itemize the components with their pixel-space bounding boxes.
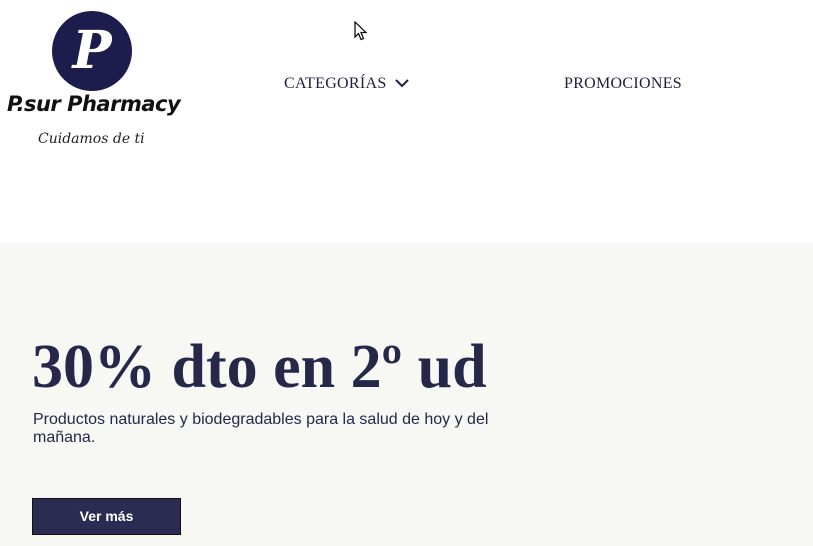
logo-circle-icon: P (52, 11, 132, 91)
hero-banner: 30% dto en 2º ud Productos naturales y b… (0, 243, 813, 546)
page: P P.sur Pharmacy Cuidamos de ti CATEGORÍ… (0, 0, 813, 546)
logo-letter: P (72, 20, 112, 81)
brand-tagline: Cuidamos de ti (38, 131, 145, 147)
nav-item-categorias[interactable]: CATEGORÍAS (284, 75, 409, 93)
hero-subtitle: Productos naturales y biodegradables par… (33, 411, 489, 446)
site-header: P P.sur Pharmacy Cuidamos de ti CATEGORÍ… (0, 0, 813, 243)
ver-mas-button[interactable]: Ver más (32, 498, 181, 535)
nav-item-promociones[interactable]: PROMOCIONES (564, 75, 682, 93)
logo[interactable]: P P.sur Pharmacy Cuidamos de ti (0, 0, 190, 160)
chevron-down-icon (395, 79, 409, 88)
nav-item-promociones-label: PROMOCIONES (564, 75, 682, 92)
brand-name: P.sur Pharmacy (7, 92, 181, 116)
nav-item-categorias-label: CATEGORÍAS (284, 75, 387, 92)
mouse-cursor-icon (354, 21, 368, 41)
hero-title: 30% dto en 2º ud (32, 333, 487, 401)
